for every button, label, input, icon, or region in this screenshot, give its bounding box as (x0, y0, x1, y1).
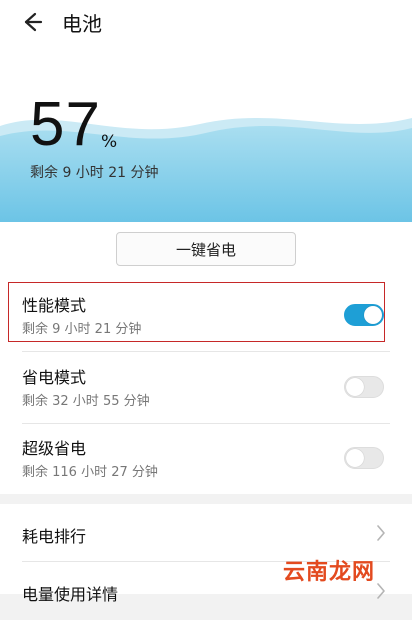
one-key-save-area: 一键省电 (0, 222, 412, 280)
nav-item-label: 电量使用详情 (22, 585, 119, 604)
mode-remaining: 剩余 9 小时 21 分钟 (22, 322, 142, 337)
battery-status-card: 57 % 剩余 9 小时 21 分钟 (0, 44, 412, 222)
mode-row-power-saving[interactable]: 省电模式 剩余 32 小时 55 分钟 (0, 352, 412, 424)
one-key-save-button[interactable]: 一键省电 (116, 232, 296, 266)
mode-name: 超级省电 (22, 439, 87, 458)
chevron-right-icon (377, 525, 385, 541)
nav-item-label: 耗电排行 (22, 527, 87, 546)
toggle-knob (346, 378, 364, 396)
top-bar: 电池 (0, 0, 412, 44)
power-saving-mode-toggle[interactable] (344, 376, 384, 398)
toggle-knob (364, 306, 382, 324)
ultra-saving-mode-toggle[interactable] (344, 447, 384, 469)
site-watermark: 云南龙网 (283, 560, 376, 585)
mode-name: 性能模式 (22, 296, 87, 315)
back-arrow-icon[interactable] (18, 8, 46, 36)
battery-remaining-time: 剩余 9 小时 21 分钟 (30, 165, 159, 181)
battery-percent-sign: % (101, 132, 118, 152)
mode-name: 省电模式 (22, 368, 87, 387)
page-title: 电池 (62, 11, 102, 36)
power-mode-list: 性能模式 剩余 9 小时 21 分钟 省电模式 剩余 32 小时 55 分钟 超… (0, 280, 412, 494)
mode-row-ultra-saving[interactable]: 超级省电 剩余 116 小时 27 分钟 (0, 423, 412, 495)
chevron-right-icon (377, 583, 385, 599)
mode-remaining: 剩余 32 小时 55 分钟 (22, 394, 150, 409)
toggle-knob (346, 449, 364, 467)
performance-mode-toggle[interactable] (344, 304, 384, 326)
battery-percent: 57 (30, 90, 101, 159)
mode-remaining: 剩余 116 小时 27 分钟 (22, 465, 158, 480)
mode-row-performance[interactable]: 性能模式 剩余 9 小时 21 分钟 (0, 280, 412, 352)
